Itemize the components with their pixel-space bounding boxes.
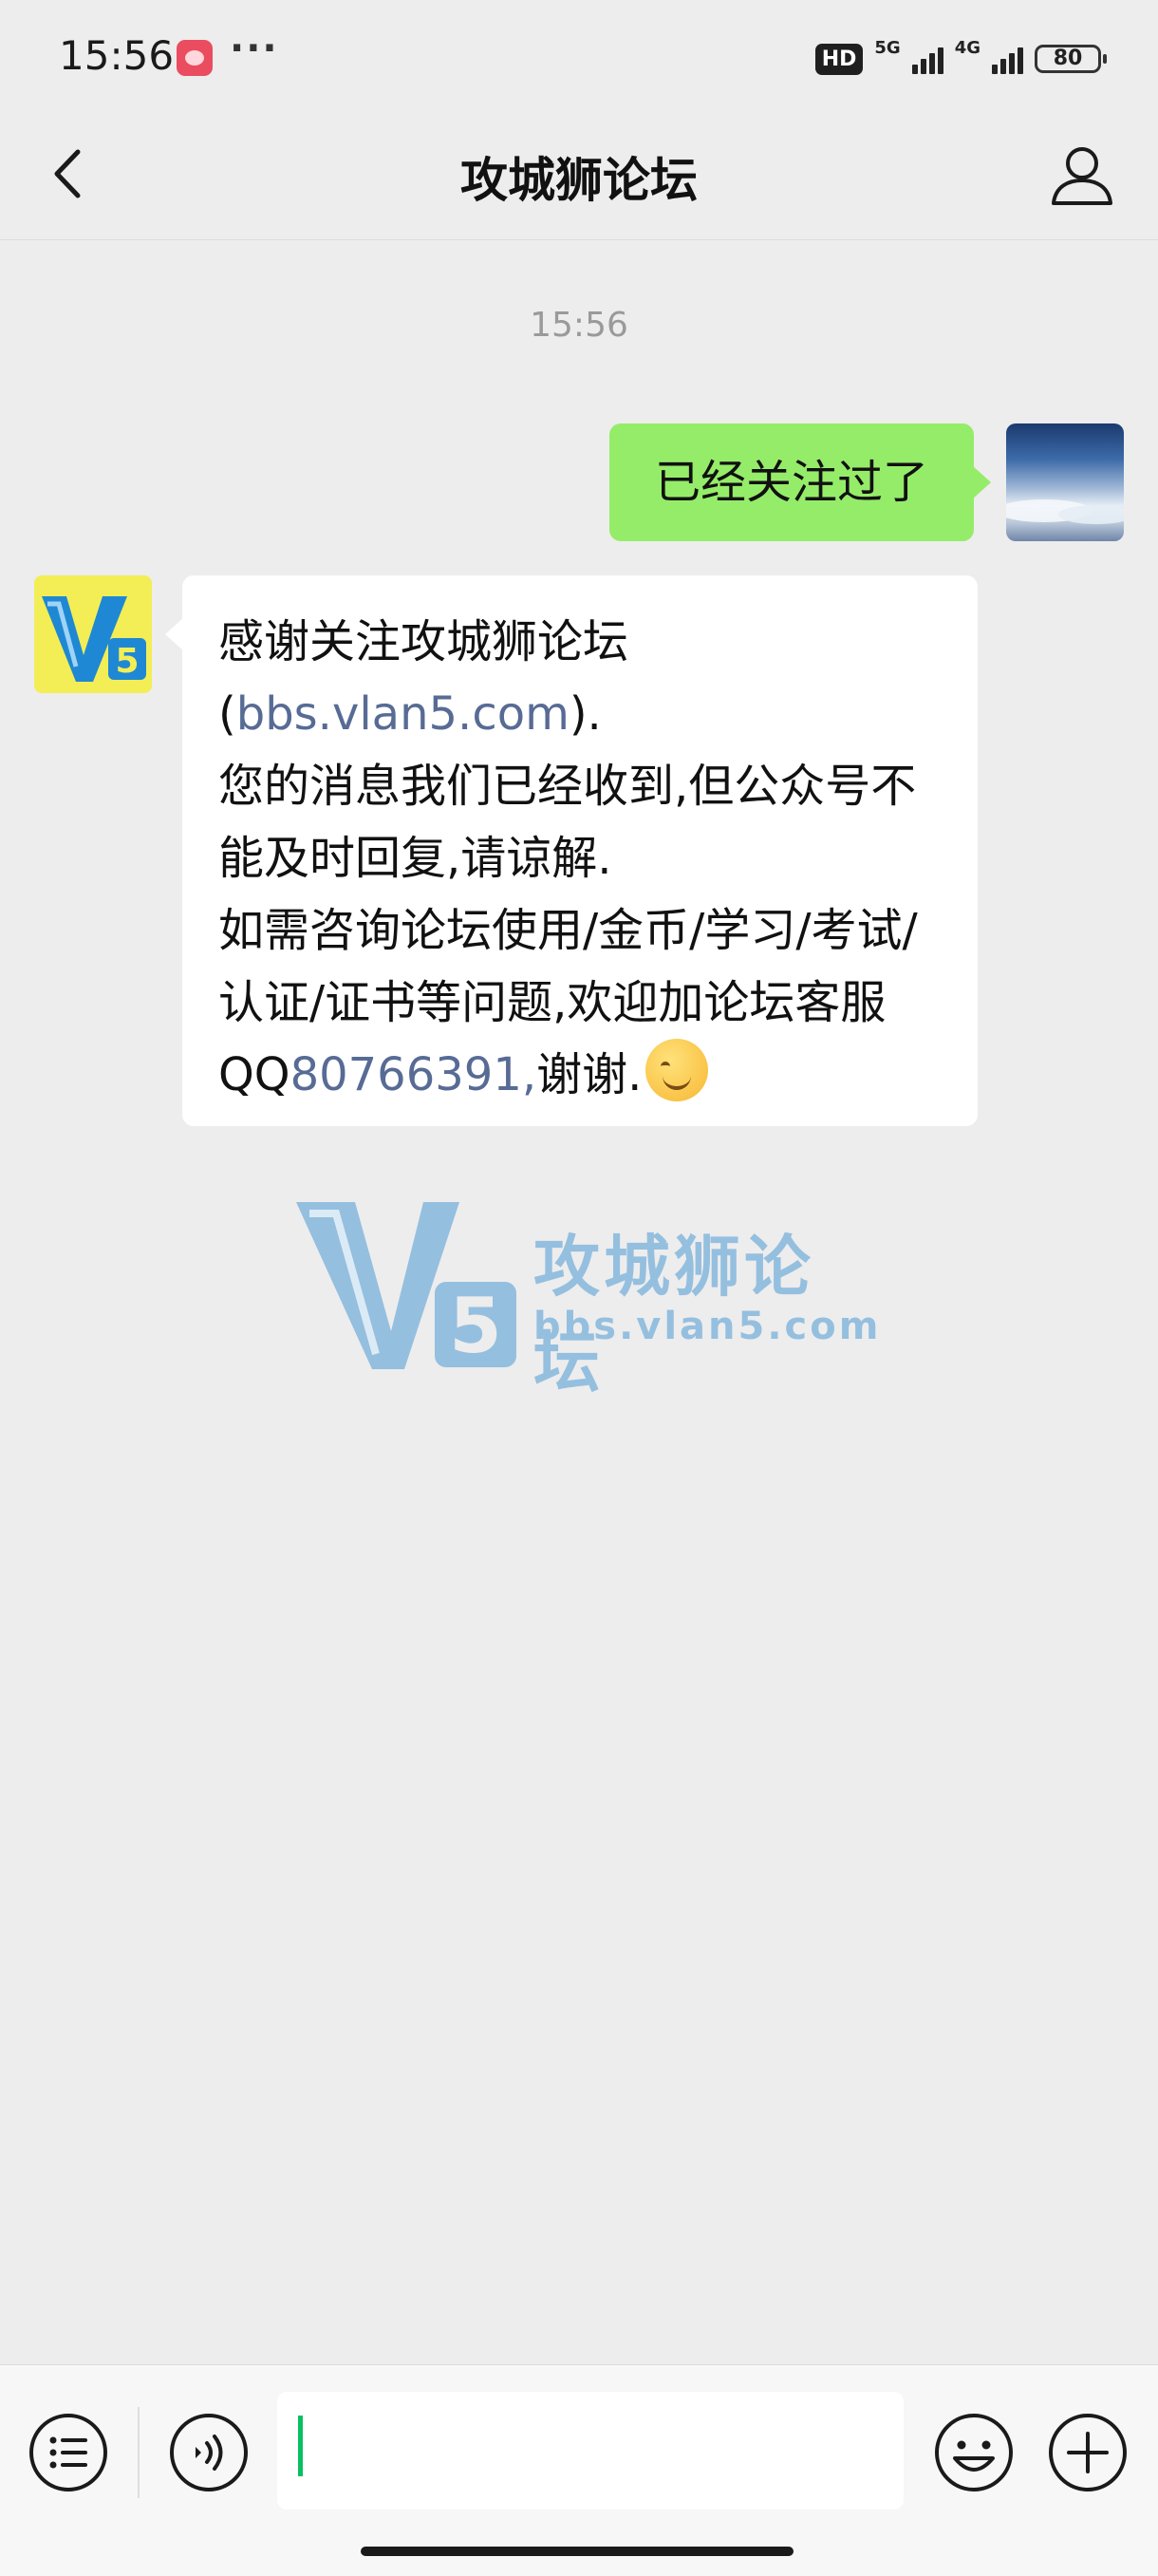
svg-text:5: 5 xyxy=(449,1282,502,1370)
forum-link[interactable]: bbs.vlan5.com xyxy=(236,687,570,741)
message-input[interactable] xyxy=(277,2392,904,2510)
text-caret xyxy=(298,2416,303,2476)
reply-text: ). xyxy=(569,687,602,741)
message-input-bar xyxy=(0,2364,1158,2576)
v5-watermark-logo-icon: 5 xyxy=(296,1202,516,1370)
reply-text: 您的消息我们已经收到,但公众号不能及时回复,请谅解. xyxy=(218,760,917,885)
status-bar: 15:56 ··· HD 5G 4G 80 xyxy=(0,0,1158,114)
person-icon xyxy=(1052,147,1112,205)
more-notifications-icon: ··· xyxy=(230,27,279,70)
network-4g-label: 4G xyxy=(954,38,981,58)
smile-emoji-icon xyxy=(645,1039,709,1101)
v5-logo-icon: 5 xyxy=(42,596,146,682)
app-notification-icon xyxy=(177,40,213,76)
divider xyxy=(138,2407,140,2498)
status-time: 15:56 xyxy=(59,32,175,79)
chat-header: 攻城狮论坛 xyxy=(0,114,1158,240)
more-functions-button[interactable] xyxy=(1046,2411,1130,2494)
watermark-url: bbs.vlan5.com xyxy=(533,1305,882,1348)
plus-icon xyxy=(1049,2414,1127,2491)
hd-voice-badge: HD xyxy=(814,43,864,75)
home-indicator[interactable] xyxy=(361,2547,794,2556)
official-account-avatar[interactable]: 5 xyxy=(34,575,152,693)
emoji-face-icon xyxy=(935,2414,1013,2491)
voice-icon xyxy=(170,2414,248,2491)
battery-icon: 80 xyxy=(1035,45,1107,73)
bot-reply-bubble[interactable]: 感谢关注攻城狮论坛(bbs.vlan5.com). 您的消息我们已经收到,但公众… xyxy=(165,575,978,1126)
voice-input-button[interactable] xyxy=(167,2411,251,2494)
message-timestamp: 15:56 xyxy=(530,306,628,345)
qq-number-link[interactable]: 80766391, xyxy=(290,1048,537,1101)
signal-4g-icon xyxy=(992,44,1023,74)
svg-text:5: 5 xyxy=(115,642,139,681)
chat-info-button[interactable] xyxy=(1044,137,1120,213)
signal-5g-icon xyxy=(911,44,943,74)
emoji-button[interactable] xyxy=(932,2411,1016,2494)
forum-watermark: 5 攻城狮论坛 bbs.vlan5.com xyxy=(292,1193,882,1401)
list-menu-icon xyxy=(29,2414,107,2491)
account-menu-button[interactable] xyxy=(27,2411,110,2494)
page-title: 攻城狮论坛 xyxy=(460,153,698,208)
my-avatar[interactable] xyxy=(1006,423,1124,541)
sky-clouds-image xyxy=(1006,499,1124,524)
reply-text: 谢谢. xyxy=(536,1048,643,1101)
network-5g-label: 5G xyxy=(874,38,901,58)
status-indicators: HD 5G 4G 80 xyxy=(814,38,1107,80)
my-message-bubble[interactable]: 已经关注过了 xyxy=(609,423,991,541)
